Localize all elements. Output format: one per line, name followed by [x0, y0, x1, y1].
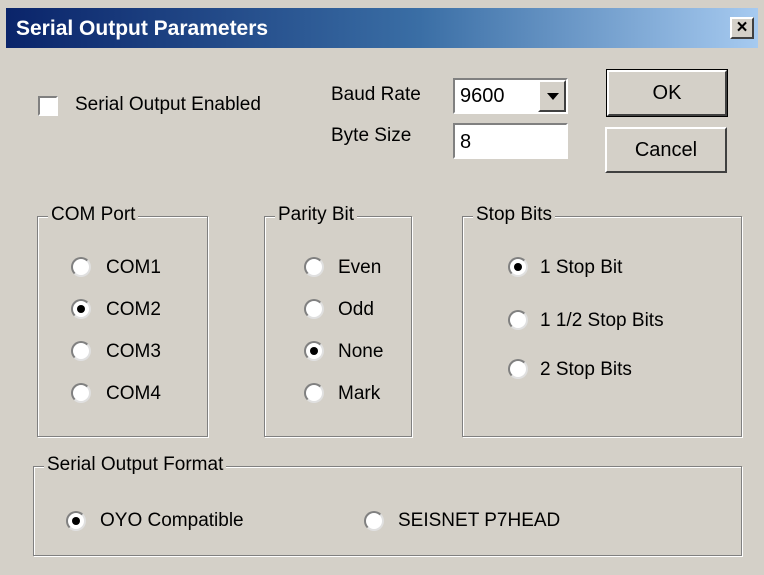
radio-com1[interactable]: [71, 257, 91, 277]
stop-bits-group: Stop Bits 1 Stop Bit 1 1/2 Stop Bits 2 S…: [462, 204, 742, 437]
cancel-button[interactable]: Cancel: [605, 127, 727, 173]
serial-output-parameters-dialog: Serial Output Parameters × Serial Output…: [0, 0, 764, 575]
radio-oyo-compatible[interactable]: [66, 511, 86, 531]
radio-1-stop-bit-label[interactable]: 1 Stop Bit: [540, 257, 622, 279]
ok-button[interactable]: OK: [606, 69, 728, 117]
com-port-group: COM Port COM1 COM2 COM3 COM4: [37, 204, 208, 437]
radio-1-5-stop-bits-label[interactable]: 1 1/2 Stop Bits: [540, 310, 664, 332]
radio-com2[interactable]: [71, 299, 91, 319]
radio-2-stop-bits-label[interactable]: 2 Stop Bits: [540, 359, 632, 381]
parity-bit-legend: Parity Bit: [275, 204, 358, 226]
close-button[interactable]: ×: [730, 17, 754, 39]
radio-2-stop-bits[interactable]: [508, 359, 528, 379]
com-port-legend: COM Port: [48, 204, 139, 226]
radio-seisnet-p7head[interactable]: [364, 511, 384, 531]
window-title: Serial Output Parameters: [16, 17, 269, 40]
byte-size-input[interactable]: 8: [453, 123, 568, 159]
baud-rate-select[interactable]: 9600: [453, 78, 568, 114]
radio-com3[interactable]: [71, 341, 91, 361]
radio-parity-none-label[interactable]: None: [338, 341, 383, 363]
parity-bit-group: Parity Bit Even Odd None Mark: [264, 204, 412, 437]
radio-parity-even-label[interactable]: Even: [338, 257, 381, 279]
radio-parity-odd[interactable]: [304, 299, 324, 319]
radio-parity-odd-label[interactable]: Odd: [338, 299, 374, 321]
radio-parity-mark[interactable]: [304, 383, 324, 403]
serial-output-format-legend: Serial Output Format: [44, 454, 227, 476]
radio-seisnet-p7head-label[interactable]: SEISNET P7HEAD: [398, 510, 560, 532]
radio-1-stop-bit[interactable]: [508, 257, 528, 277]
serial-output-format-group: Serial Output Format OYO Compatible SEIS…: [33, 454, 742, 556]
radio-com4[interactable]: [71, 383, 91, 403]
close-icon: ×: [736, 17, 748, 38]
baud-rate-label: Baud Rate: [331, 84, 421, 105]
serial-output-enabled-checkbox[interactable]: [38, 96, 58, 116]
radio-com2-label[interactable]: COM2: [106, 299, 161, 321]
dropdown-arrow-icon[interactable]: [538, 80, 566, 112]
baud-rate-value: 9600: [460, 85, 505, 107]
radio-parity-mark-label[interactable]: Mark: [338, 383, 380, 405]
radio-com1-label[interactable]: COM1: [106, 257, 161, 279]
serial-output-enabled-label[interactable]: Serial Output Enabled: [75, 94, 261, 116]
radio-oyo-compatible-label[interactable]: OYO Compatible: [100, 510, 244, 532]
byte-size-label: Byte Size: [331, 125, 412, 146]
radio-com3-label[interactable]: COM3: [106, 341, 161, 363]
radio-parity-none[interactable]: [304, 341, 324, 361]
radio-parity-even[interactable]: [304, 257, 324, 277]
title-bar[interactable]: Serial Output Parameters ×: [6, 8, 758, 48]
radio-1-5-stop-bits[interactable]: [508, 310, 528, 330]
stop-bits-legend: Stop Bits: [473, 204, 556, 226]
radio-com4-label[interactable]: COM4: [106, 383, 161, 405]
